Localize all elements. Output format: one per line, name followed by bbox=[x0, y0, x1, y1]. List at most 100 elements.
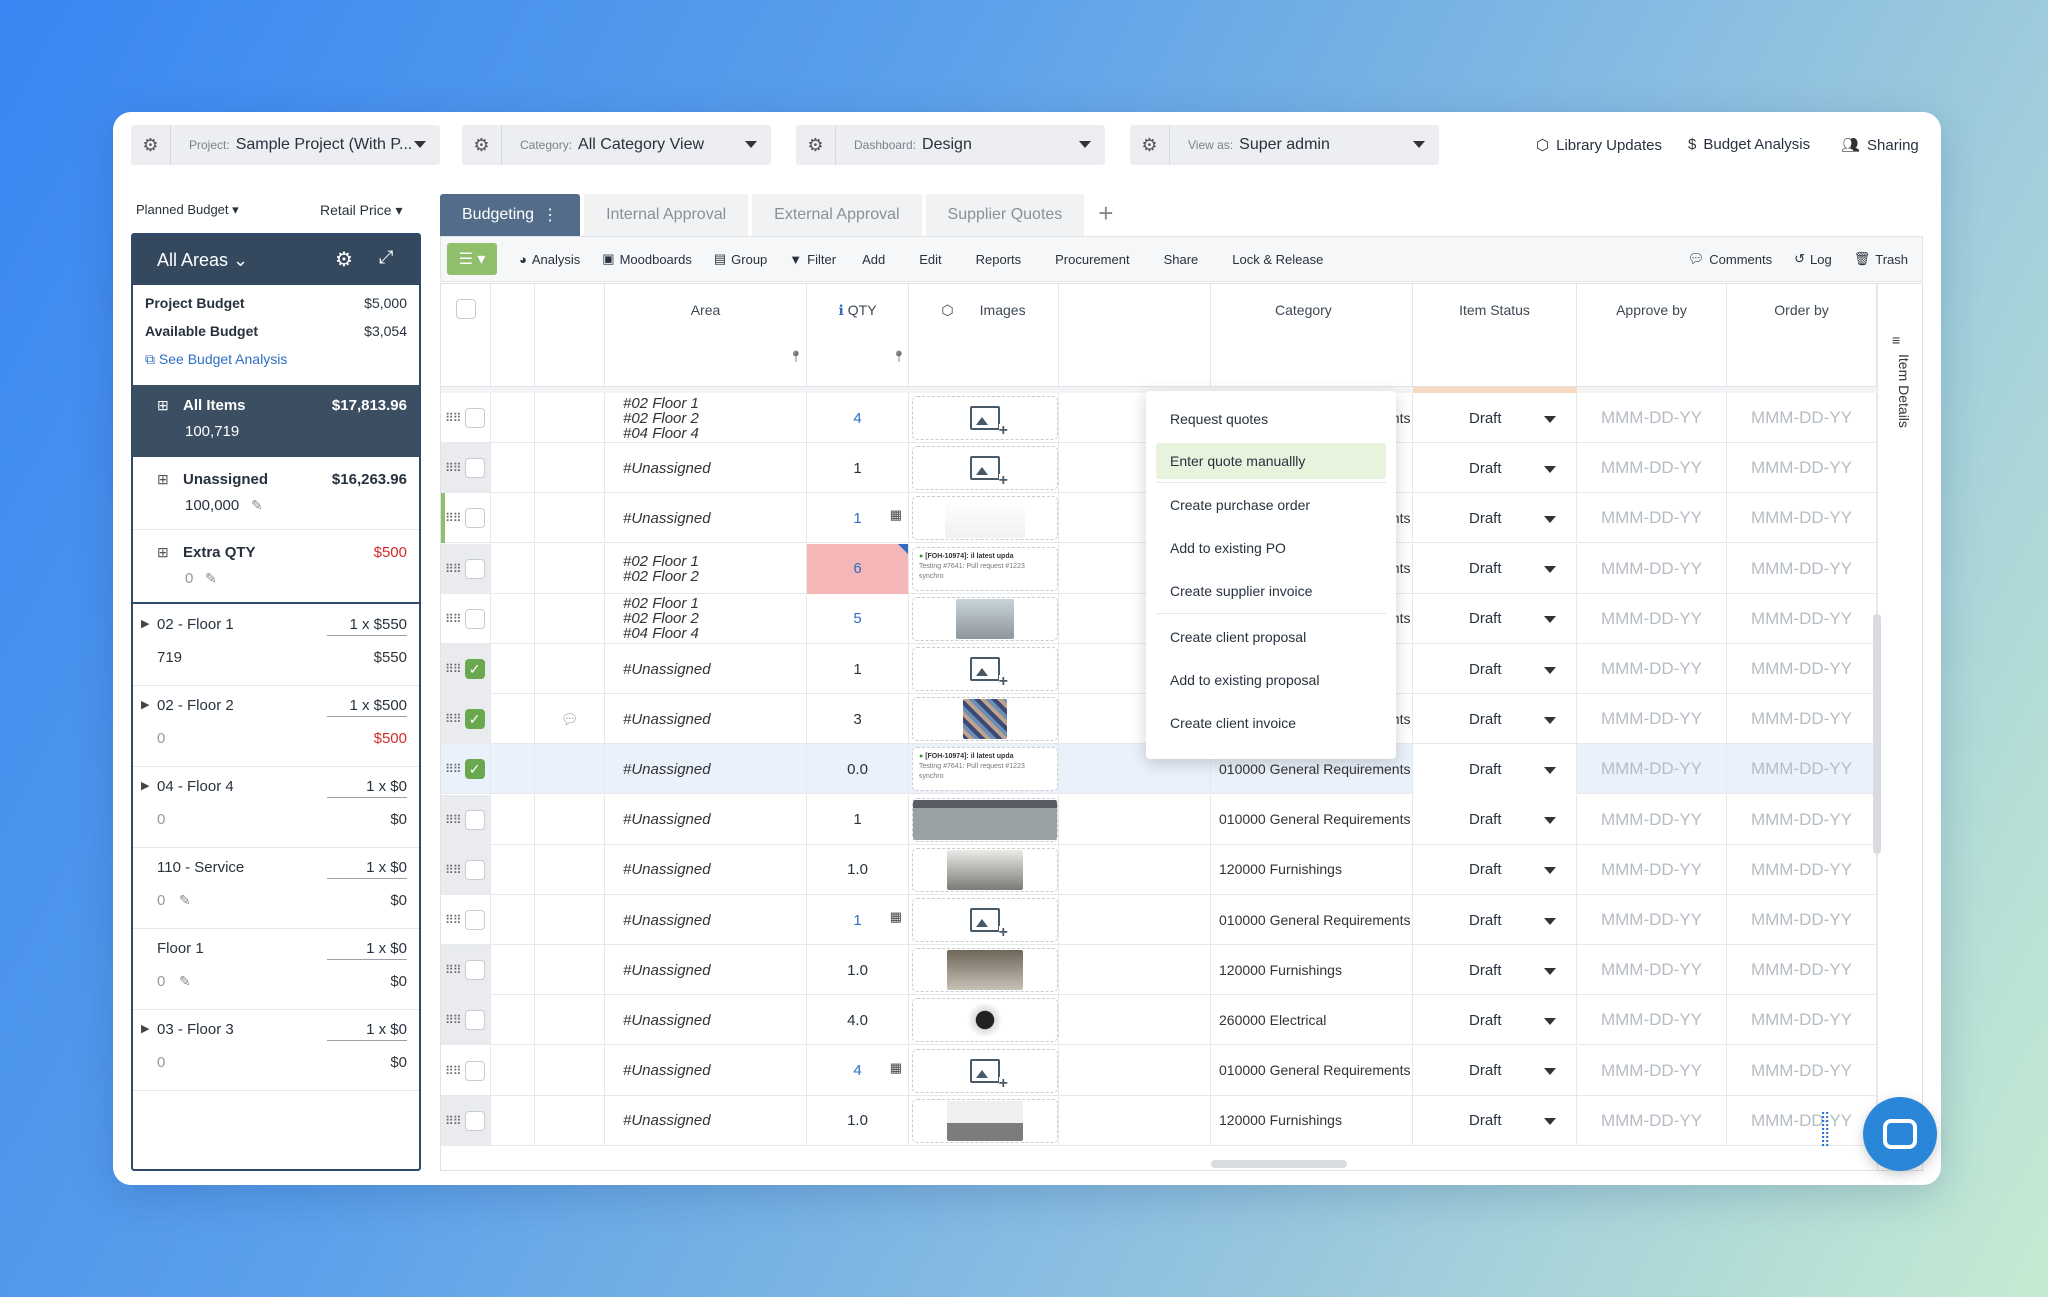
see-budget-analysis-link[interactable]: ⧉ See Budget Analysis bbox=[133, 351, 419, 368]
analysis-button[interactable]: ◕ Analysis bbox=[519, 252, 580, 267]
approve-by-cell[interactable]: MMM-DD-YY bbox=[1577, 945, 1727, 996]
calculator-icon[interactable]: ▦ bbox=[890, 1060, 902, 1076]
area-cell[interactable]: #Unassigned bbox=[605, 895, 807, 945]
item-thumbnail[interactable] bbox=[947, 849, 1023, 890]
reports-button[interactable]: Reports bbox=[976, 252, 1022, 267]
area-cell[interactable]: #Unassigned bbox=[605, 443, 807, 494]
planned-budget-dropdown[interactable]: Planned Budget ▾ bbox=[136, 202, 239, 218]
lock-release-button[interactable]: Lock & Release bbox=[1232, 252, 1323, 267]
pencil-icon[interactable]: ✎ bbox=[251, 497, 263, 514]
gear-icon[interactable]: ⚙ bbox=[131, 125, 171, 165]
project-selector[interactable]: ⚙ Project: Sample Project (With P... bbox=[131, 125, 440, 165]
pencil-icon[interactable]: ✎ bbox=[179, 973, 191, 990]
caret-right-icon[interactable]: ▶ bbox=[141, 1022, 149, 1035]
status-cell[interactable]: Draft bbox=[1413, 493, 1577, 544]
tab-external-approval[interactable]: External Approval bbox=[752, 194, 922, 236]
images-cell[interactable] bbox=[909, 844, 1059, 895]
procurement-button[interactable]: Procurement bbox=[1055, 252, 1129, 267]
drag-handle-icon[interactable]: ⠿⠿ bbox=[445, 511, 462, 525]
row-checkbox[interactable] bbox=[464, 458, 485, 479]
order-by-cell[interactable]: MMM-DD-YY bbox=[1727, 1045, 1877, 1096]
status-cell[interactable]: Draft bbox=[1413, 794, 1577, 845]
drag-handle-icon[interactable]: ⠿⠿ bbox=[445, 863, 462, 877]
category-cell[interactable]: 260000 Electrical bbox=[1211, 995, 1413, 1046]
images-cell[interactable] bbox=[909, 393, 1059, 443]
add-image-icon[interactable] bbox=[970, 406, 1008, 438]
row-checkbox[interactable] bbox=[464, 859, 485, 880]
item-thumbnail[interactable] bbox=[963, 1000, 1007, 1041]
drag-handle-icon[interactable]: ⠿⠿ bbox=[445, 612, 462, 626]
approve-by-cell[interactable]: MMM-DD-YY bbox=[1577, 794, 1727, 845]
comment-cell[interactable] bbox=[535, 1095, 605, 1146]
qty-cell[interactable]: 0.0 bbox=[807, 744, 909, 795]
select-all-checkbox[interactable] bbox=[441, 284, 491, 387]
header-images[interactable]: ⬡ Images bbox=[909, 284, 1059, 387]
order-by-cell[interactable]: MMM-DD-YY bbox=[1727, 995, 1877, 1046]
area-cell[interactable]: #Unassigned bbox=[605, 694, 807, 745]
images-cell[interactable] bbox=[909, 1095, 1059, 1146]
unassigned-row[interactable]: ⊞ Unassigned $16,263.96 100,000 ✎ bbox=[133, 457, 419, 530]
calculator-icon[interactable]: ▦ bbox=[890, 507, 902, 523]
menu-item-add-to-existing-proposal[interactable]: Add to existing proposal bbox=[1156, 662, 1386, 698]
add-image-icon[interactable] bbox=[970, 908, 1008, 940]
area-cell[interactable]: #Unassigned bbox=[605, 844, 807, 895]
moodboards-button[interactable]: ▣ Moodboards bbox=[602, 251, 692, 267]
drag-handle-icon[interactable]: ⠿⠿ bbox=[445, 1114, 462, 1128]
image-slot[interactable] bbox=[912, 446, 1058, 491]
comment-cell[interactable] bbox=[535, 543, 605, 594]
approve-by-cell[interactable]: MMM-DD-YY bbox=[1577, 493, 1727, 544]
menu-item-add-to-existing-po[interactable]: Add to existing PO bbox=[1156, 530, 1386, 566]
row-checkbox[interactable] bbox=[464, 608, 485, 629]
caret-right-icon[interactable]: ▶ bbox=[141, 617, 149, 630]
area-cell[interactable]: #Unassigned bbox=[605, 945, 807, 996]
vertical-scrollbar[interactable] bbox=[1873, 614, 1881, 854]
menu-item-create-purchase-order[interactable]: Create purchase order bbox=[1156, 487, 1386, 523]
order-by-cell[interactable]: MMM-DD-YY bbox=[1727, 694, 1877, 745]
category-cell[interactable]: 010000 General Requirements bbox=[1211, 895, 1413, 945]
view-as-selector[interactable]: ⚙ View as: Super admin bbox=[1130, 125, 1439, 165]
drag-handle-icon[interactable]: ⠿⠿ bbox=[445, 963, 462, 977]
image-slot[interactable] bbox=[912, 396, 1058, 440]
menu-item-request-quotes[interactable]: Request quotes bbox=[1156, 401, 1386, 437]
qty-cell[interactable]: 6 bbox=[807, 543, 909, 594]
order-by-cell[interactable]: MMM-DD-YY bbox=[1727, 593, 1877, 644]
table-row[interactable]: ⠿⠿ #Unassigned 1.0 120000 Furnishings Dr… bbox=[441, 1095, 1922, 1146]
qty-cell[interactable]: 1 bbox=[807, 644, 909, 694]
category-cell[interactable]: 120000 Furnishings bbox=[1211, 844, 1413, 895]
status-cell[interactable]: Draft bbox=[1413, 744, 1577, 795]
table-row[interactable]: ⠿⠿ #Unassigned 1.0 120000 Furnishings Dr… bbox=[441, 945, 1922, 996]
all-areas-dropdown[interactable]: All Areas ⌄ bbox=[157, 250, 248, 271]
qty-cell[interactable]: 4.0 bbox=[807, 995, 909, 1046]
log-button[interactable]: ↺ Log bbox=[1794, 251, 1832, 267]
gear-icon[interactable]: ⚙ bbox=[462, 125, 502, 165]
image-slot[interactable] bbox=[912, 898, 1058, 942]
drag-dots-icon[interactable]: ⠿ ⠿ ⠿ bbox=[1820, 1111, 1834, 1156]
pin-icon[interactable]: 📍︎ bbox=[892, 350, 906, 363]
row-checkbox[interactable] bbox=[464, 1060, 485, 1081]
approve-by-cell[interactable]: MMM-DD-YY bbox=[1577, 593, 1727, 644]
gear-icon[interactable]: ⚙ bbox=[796, 125, 836, 165]
tab-internal-approval[interactable]: Internal Approval bbox=[584, 194, 749, 236]
qty-cell[interactable]: 3 bbox=[807, 694, 909, 745]
approve-by-cell[interactable]: MMM-DD-YY bbox=[1577, 393, 1727, 443]
approve-by-cell[interactable]: MMM-DD-YY bbox=[1577, 543, 1727, 594]
status-cell[interactable]: Draft bbox=[1413, 694, 1577, 745]
qty-cell[interactable]: 1 ▦ bbox=[807, 493, 909, 544]
images-cell[interactable] bbox=[909, 694, 1059, 745]
image-slot[interactable] bbox=[912, 496, 1058, 541]
order-by-cell[interactable]: MMM-DD-YY bbox=[1727, 443, 1877, 494]
library-updates-link[interactable]: ⬡ Library Updates bbox=[1536, 136, 1662, 155]
budget-analysis-link[interactable]: $ Budget Analysis bbox=[1688, 136, 1810, 153]
settings-icon[interactable]: ⚙ bbox=[335, 247, 353, 272]
sidebar-area-item[interactable]: ▶ 02 - Floor 1 1 x $550 719 $550 bbox=[133, 605, 419, 686]
chat-widget-button[interactable] bbox=[1863, 1097, 1937, 1171]
category-cell[interactable]: 010000 General Requirements bbox=[1211, 1045, 1413, 1096]
add-tab-icon[interactable]: + bbox=[1088, 194, 1123, 236]
status-cell[interactable]: Draft bbox=[1413, 644, 1577, 694]
drag-handle-icon[interactable]: ⠿⠿ bbox=[445, 762, 462, 776]
image-slot[interactable]: ● [FOH-10974]: il latest upda Testing #76… bbox=[912, 546, 1058, 591]
qty-cell[interactable]: 4 bbox=[807, 393, 909, 443]
item-thumbnail[interactable] bbox=[956, 598, 1014, 639]
menu-icon[interactable]: ☰ ▾ bbox=[447, 243, 497, 275]
more-vertical-icon[interactable]: ⋮ bbox=[542, 205, 558, 225]
